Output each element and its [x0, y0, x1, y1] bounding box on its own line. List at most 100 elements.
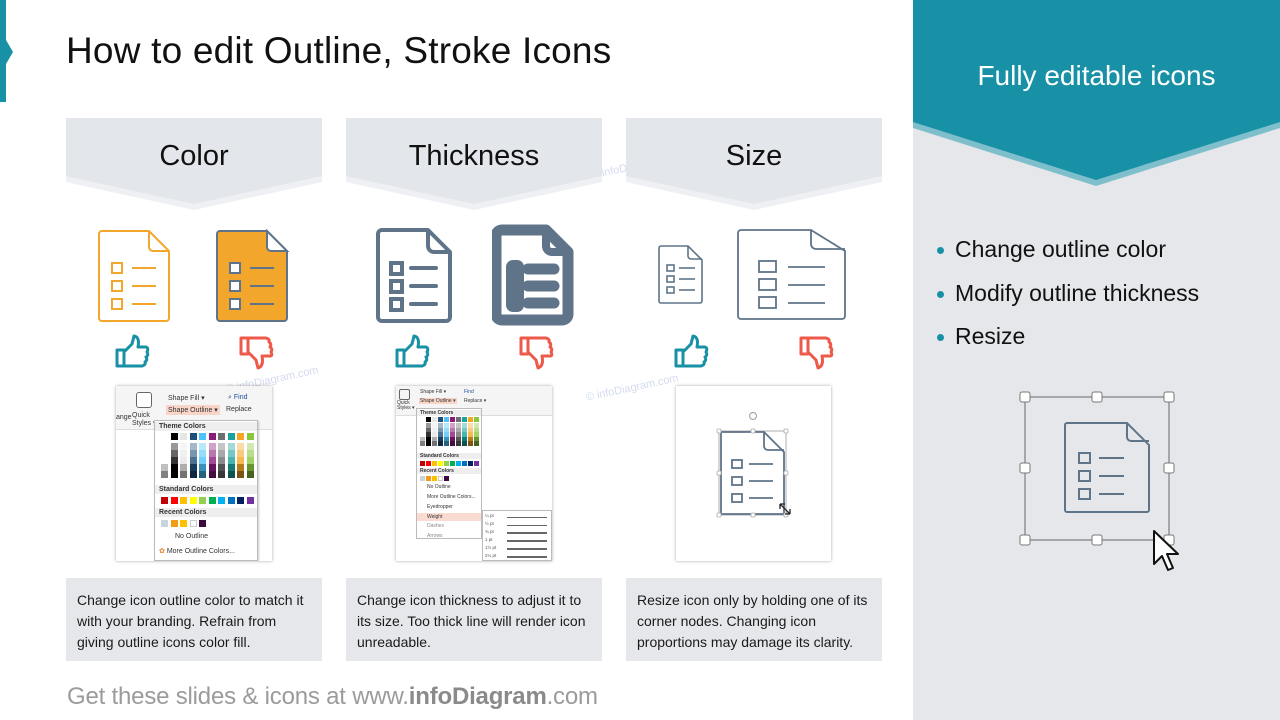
color-swatch[interactable] [468, 441, 473, 446]
color-swatch[interactable] [246, 470, 254, 478]
color-swatch[interactable] [426, 461, 431, 466]
color-swatch[interactable] [199, 497, 206, 504]
color-swatch[interactable] [246, 456, 254, 464]
color-swatch[interactable] [237, 463, 244, 471]
color-swatch[interactable] [208, 449, 216, 457]
color-swatch[interactable] [170, 456, 178, 464]
color-swatch[interactable] [237, 442, 244, 450]
color-swatch[interactable] [180, 449, 187, 457]
color-swatch[interactable] [474, 417, 479, 422]
color-swatch[interactable] [227, 442, 235, 450]
weight-option-row[interactable]: ¼ pt [485, 513, 551, 521]
color-swatch[interactable] [420, 461, 425, 466]
color-swatch[interactable] [170, 442, 178, 450]
color-swatch[interactable] [170, 463, 178, 471]
color-swatch[interactable] [246, 449, 254, 457]
color-swatch[interactable] [237, 470, 244, 478]
color-swatch[interactable] [199, 433, 206, 440]
color-swatch[interactable] [189, 442, 197, 450]
weight-option-row[interactable]: 2¼ pt [485, 553, 551, 561]
color-swatch[interactable] [161, 497, 168, 504]
color-swatch[interactable] [450, 461, 455, 466]
color-swatch[interactable] [180, 463, 187, 471]
color-swatch[interactable] [170, 520, 178, 527]
color-swatch[interactable] [161, 520, 168, 527]
color-swatch[interactable] [170, 497, 178, 504]
color-swatch[interactable] [218, 470, 225, 478]
color-swatch[interactable] [218, 433, 225, 440]
color-swatch[interactable] [199, 442, 206, 450]
color-swatch[interactable] [432, 476, 437, 481]
color-swatch[interactable] [227, 463, 235, 471]
color-swatch[interactable] [161, 449, 168, 457]
color-swatch[interactable] [246, 497, 254, 504]
color-swatch[interactable] [474, 461, 479, 466]
color-swatch[interactable] [450, 441, 455, 446]
color-swatch[interactable] [444, 476, 449, 481]
color-swatch[interactable] [208, 456, 216, 464]
color-swatch[interactable] [246, 442, 254, 450]
color-swatch[interactable] [189, 449, 197, 457]
color-swatch[interactable] [237, 449, 244, 457]
color-swatch[interactable] [189, 433, 197, 440]
color-swatch[interactable] [208, 442, 216, 450]
color-swatch[interactable] [218, 497, 225, 504]
color-swatch[interactable] [237, 433, 244, 440]
color-swatch[interactable] [199, 520, 206, 527]
color-swatch[interactable] [450, 417, 455, 422]
color-swatch[interactable] [218, 449, 225, 457]
color-swatch[interactable] [208, 463, 216, 471]
weight-option-row[interactable]: ½ pt [485, 521, 551, 529]
color-swatch[interactable] [170, 433, 178, 440]
color-swatch[interactable] [208, 497, 216, 504]
color-swatch[interactable] [438, 476, 443, 481]
color-swatch[interactable] [432, 461, 437, 466]
color-swatch[interactable] [438, 417, 443, 422]
color-swatch[interactable] [432, 441, 437, 446]
color-swatch[interactable] [227, 497, 235, 504]
color-swatch[interactable] [199, 463, 206, 471]
color-swatch[interactable] [227, 433, 235, 440]
color-swatch[interactable] [438, 461, 443, 466]
color-swatch[interactable] [218, 442, 225, 450]
color-swatch[interactable] [444, 441, 449, 446]
color-swatch[interactable] [180, 470, 187, 478]
weight-option-row[interactable]: 1 pt [485, 537, 551, 545]
color-swatch[interactable] [420, 476, 425, 481]
color-swatch[interactable] [432, 417, 437, 422]
color-swatch[interactable] [237, 456, 244, 464]
color-swatch[interactable] [180, 433, 187, 440]
color-swatch[interactable] [180, 456, 187, 464]
color-swatch[interactable] [189, 470, 197, 478]
color-swatch[interactable] [462, 461, 467, 466]
weight-option-row[interactable]: 1½ pt [485, 545, 551, 553]
color-swatch[interactable] [246, 463, 254, 471]
color-swatch[interactable] [237, 497, 244, 504]
weight-option-row[interactable]: ¾ pt [485, 529, 551, 537]
color-swatch[interactable] [208, 470, 216, 478]
color-swatch[interactable] [199, 470, 206, 478]
color-swatch[interactable] [462, 417, 467, 422]
color-swatch[interactable] [420, 417, 425, 422]
color-swatch[interactable] [161, 456, 168, 464]
color-swatch[interactable] [426, 417, 431, 422]
color-swatch[interactable] [189, 497, 197, 504]
color-swatch[interactable] [170, 449, 178, 457]
color-swatch[interactable] [456, 441, 461, 446]
color-swatch[interactable] [161, 442, 168, 450]
color-swatch[interactable] [456, 461, 461, 466]
color-swatch[interactable] [218, 463, 225, 471]
color-swatch[interactable] [426, 476, 431, 481]
color-swatch[interactable] [456, 417, 461, 422]
color-swatch[interactable] [444, 417, 449, 422]
color-swatch[interactable] [474, 441, 479, 446]
color-swatch[interactable] [420, 441, 425, 446]
color-swatch[interactable] [189, 463, 197, 471]
color-swatch[interactable] [468, 417, 473, 422]
color-swatch[interactable] [426, 441, 431, 446]
color-swatch[interactable] [468, 461, 473, 466]
footer-brand[interactable]: infoDiagram [409, 683, 547, 710]
color-swatch[interactable] [227, 470, 235, 478]
color-swatch[interactable] [161, 470, 168, 478]
color-swatch[interactable] [189, 520, 197, 527]
